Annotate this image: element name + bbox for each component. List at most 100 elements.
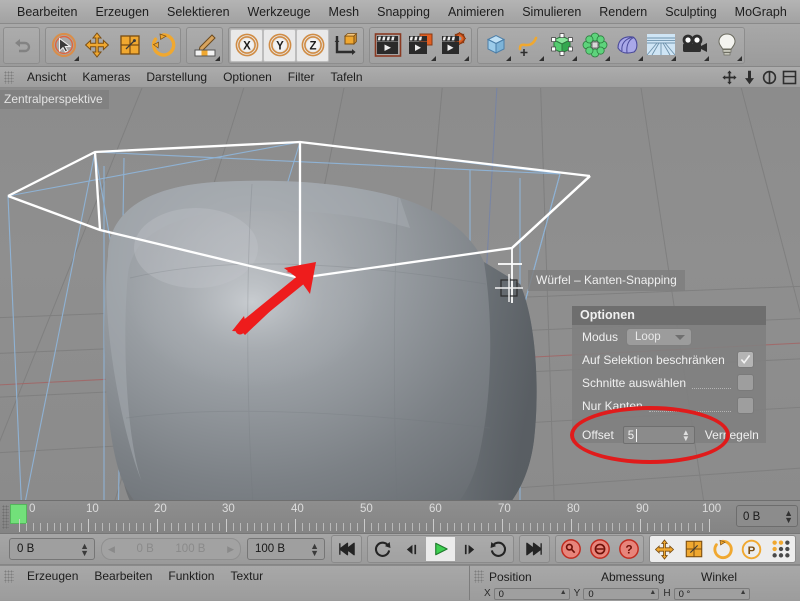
checkbox-nur-kanten[interactable]	[737, 397, 754, 414]
key-rotation-icon[interactable]	[708, 537, 737, 561]
material-menu-bearbeiten[interactable]: Bearbeiten	[86, 566, 160, 587]
viewport-menu-kameras[interactable]: Kameras	[74, 67, 138, 87]
flyout-corner-icon[interactable]	[671, 55, 676, 61]
generator-icon[interactable]	[545, 29, 578, 62]
pan-view-icon[interactable]	[721, 69, 738, 86]
range-right-arrow-icon[interactable]: ▶	[227, 539, 234, 560]
stepper-icon[interactable]: ▲ ▼	[80, 542, 89, 558]
flyout-corner-icon[interactable]	[572, 55, 577, 61]
menu-item-snapping[interactable]: Snapping	[368, 0, 439, 23]
spline-icon[interactable]	[512, 29, 545, 62]
stepper-icon[interactable]: ▲	[649, 589, 656, 596]
key-parameter-icon[interactable]: P	[737, 537, 766, 561]
max-time-field[interactable]: 100 B ▲ ▼	[247, 538, 325, 560]
material-menu-erzeugen[interactable]: Erzeugen	[19, 566, 86, 587]
menu-item-sculpting[interactable]: Sculpting	[656, 0, 725, 23]
timeline-ticks[interactable]: 0 10 20 30 40 50 60 70 80 90 100	[10, 501, 730, 533]
world-object-coord-icon[interactable]	[329, 29, 362, 62]
checkbox-auf-selektion-beschraenken[interactable]	[737, 351, 754, 368]
flyout-corner-icon[interactable]	[464, 55, 469, 61]
viewport-menu-optionen[interactable]: Optionen	[215, 67, 280, 87]
panel-grip-icon[interactable]	[2, 505, 9, 529]
menu-item-selektieren[interactable]: Selektieren	[158, 0, 239, 23]
flyout-corner-icon[interactable]	[539, 55, 544, 61]
flyout-corner-icon[interactable]	[506, 55, 511, 61]
go-to-end-icon[interactable]	[520, 537, 549, 561]
modus-dropdown[interactable]: Loop	[626, 327, 693, 346]
menu-item-bearbeiten[interactable]: Bearbeiten	[8, 0, 86, 23]
autokey-icon[interactable]	[585, 537, 614, 561]
scene-object-icon[interactable]	[611, 29, 644, 62]
timeline-ruler[interactable]: 0 10 20 30 40 50 60 70 80 90 100 0 B ▲ ▼	[0, 500, 800, 534]
angle-h-input[interactable]: 0 ° ▲	[673, 587, 750, 600]
play-icon[interactable]	[426, 537, 455, 561]
timeline-frame-field[interactable]: 0 B ▲ ▼	[736, 505, 798, 527]
lock-x-icon[interactable]: X	[230, 28, 263, 62]
maximize-view-icon[interactable]	[781, 69, 798, 86]
stepper-icon[interactable]: ▲ ▼	[310, 542, 319, 558]
viewport-menu-filter[interactable]: Filter	[280, 67, 323, 87]
lock-y-icon[interactable]: Y	[263, 28, 296, 62]
verriegeln-label[interactable]: Verriegeln	[705, 428, 759, 442]
undo-icon[interactable]	[5, 29, 38, 62]
key-position-icon[interactable]	[650, 537, 679, 561]
menu-item-simulieren[interactable]: Simulieren	[513, 0, 590, 23]
key-scale-icon[interactable]	[679, 537, 708, 561]
camera-icon[interactable]	[677, 29, 710, 62]
menu-item-animieren[interactable]: Animieren	[439, 0, 513, 23]
flyout-corner-icon[interactable]	[215, 55, 220, 61]
move-icon[interactable]	[80, 29, 113, 62]
material-menu-textur[interactable]: Textur	[222, 566, 271, 587]
material-menu-funktion[interactable]: Funktion	[160, 566, 222, 587]
dolly-view-icon[interactable]	[741, 69, 758, 86]
flyout-corner-icon[interactable]	[74, 55, 79, 61]
deformer-icon[interactable]	[578, 29, 611, 62]
menu-item-mesh[interactable]: Mesh	[320, 0, 369, 23]
panel-grip-icon[interactable]	[4, 70, 14, 84]
render-settings-icon[interactable]	[437, 29, 470, 62]
previous-key-icon[interactable]	[368, 537, 397, 561]
stepper-icon[interactable]: ▲ ▼	[784, 509, 793, 525]
flyout-corner-icon[interactable]	[638, 55, 643, 61]
next-key-icon[interactable]	[484, 537, 513, 561]
stepper-icon[interactable]: ▲ ▼	[682, 429, 690, 443]
flyout-corner-icon[interactable]	[737, 55, 742, 61]
menu-item-rendern[interactable]: Rendern	[590, 0, 656, 23]
render-view-icon[interactable]	[371, 29, 404, 62]
range-left-arrow-icon[interactable]: ◀	[108, 539, 115, 560]
size-y-input[interactable]: 0 ▲	[583, 587, 660, 600]
checkbox-schnitte-auswaehlen[interactable]	[737, 374, 754, 391]
menu-item-charakter[interactable]: Charakter	[796, 0, 800, 23]
offset-input[interactable]: 5 ▲ ▼	[622, 426, 695, 444]
preview-range-field[interactable]: ◀ 0 B 100 B ▶	[101, 538, 241, 560]
panel-grip-icon[interactable]	[474, 570, 484, 583]
step-forward-icon[interactable]	[455, 537, 484, 561]
light-icon[interactable]	[710, 29, 743, 62]
rotate-view-icon[interactable]	[761, 69, 778, 86]
viewport-3d[interactable]: Zentralperspektive Würfel – Kanten-Snapp…	[0, 88, 800, 500]
brush-icon[interactable]	[188, 29, 221, 62]
key-pla-icon[interactable]	[766, 537, 795, 561]
render-region-icon[interactable]	[404, 29, 437, 62]
panel-grip-icon[interactable]	[4, 570, 14, 583]
key-selection-icon[interactable]: ?	[614, 537, 643, 561]
menu-item-erzeugen[interactable]: Erzeugen	[86, 0, 158, 23]
menu-item-werkzeuge[interactable]: Werkzeuge	[239, 0, 320, 23]
lock-z-icon[interactable]: Z	[296, 28, 329, 62]
flyout-corner-icon[interactable]	[431, 55, 436, 61]
stepper-icon[interactable]: ▲	[740, 589, 747, 596]
step-back-icon[interactable]	[397, 537, 426, 561]
go-to-start-icon[interactable]	[332, 537, 361, 561]
viewport-menu-ansicht[interactable]: Ansicht	[19, 67, 74, 87]
flyout-corner-icon[interactable]	[704, 55, 709, 61]
scale-icon[interactable]	[113, 29, 146, 62]
menu-item-mograph[interactable]: MoGraph	[726, 0, 796, 23]
viewport-menu-darstellung[interactable]: Darstellung	[138, 67, 215, 87]
current-time-field[interactable]: 0 B ▲ ▼	[9, 538, 95, 560]
position-x-input[interactable]: 0 ▲	[493, 587, 570, 600]
environment-icon[interactable]	[644, 29, 677, 62]
viewport-menu-tafeln[interactable]: Tafeln	[322, 67, 370, 87]
record-key-icon[interactable]	[556, 537, 585, 561]
stepper-icon[interactable]: ▲	[560, 589, 567, 596]
rotate-icon[interactable]	[146, 29, 179, 62]
